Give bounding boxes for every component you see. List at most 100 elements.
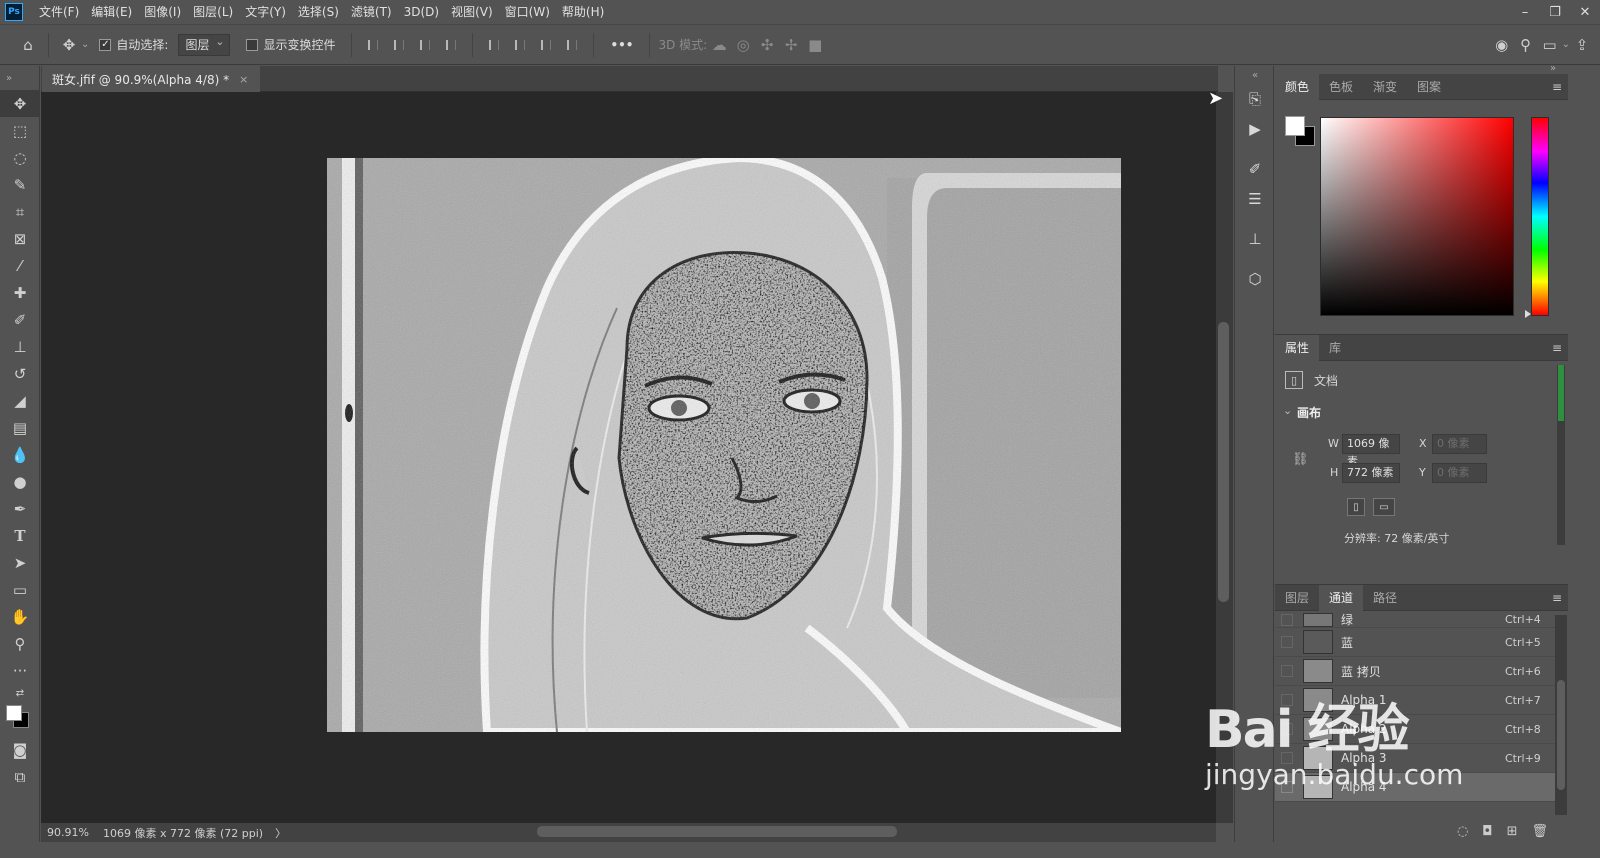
save-selection-icon[interactable]: ◘ <box>1482 824 1492 839</box>
share-icon[interactable]: ⇪ <box>1570 33 1594 57</box>
delete-channel-icon[interactable]: 🗑 <box>1531 824 1548 839</box>
close-button[interactable]: ✕ <box>1570 0 1600 24</box>
menu-window[interactable]: 窗口(W) <box>499 0 556 24</box>
link-icon[interactable]: ⛓ <box>1292 452 1309 467</box>
dodge-tool-icon[interactable]: ● <box>0 468 40 495</box>
healing-brush-tool-icon[interactable]: ✚ <box>0 279 40 306</box>
align-right-icon[interactable] <box>415 35 435 55</box>
collapse-icon[interactable]: « <box>1235 66 1275 84</box>
align-vcenter-icon[interactable] <box>510 35 530 55</box>
3d-roll-icon[interactable]: ◎ <box>731 33 755 57</box>
brush-settings-icon[interactable]: ✐ <box>1235 154 1275 184</box>
chevron-down-icon[interactable]: ⌄ <box>1283 404 1292 417</box>
more-options-button[interactable]: ••• <box>610 38 633 52</box>
align-hcenter-icon[interactable] <box>389 35 409 55</box>
rectangle-tool-icon[interactable]: ▭ <box>0 576 40 603</box>
restore-button[interactable]: ❐ <box>1540 0 1570 24</box>
channel-row[interactable]: 蓝 Ctrl+5 <box>1275 628 1555 657</box>
horizontal-scroll-thumb[interactable] <box>537 826 897 837</box>
tab-layers[interactable]: 图层 <box>1275 585 1319 611</box>
zoom-level[interactable]: 90.91% <box>41 826 97 839</box>
tab-libraries[interactable]: 库 <box>1319 335 1351 361</box>
document-canvas[interactable] <box>327 158 1121 732</box>
frame-tool-icon[interactable]: ⊠ <box>0 225 40 252</box>
menu-layer[interactable]: 图层(L) <box>187 0 239 24</box>
collapse-icon[interactable]: » <box>1550 63 1556 74</box>
channel-row[interactable]: 蓝 拷贝 Ctrl+6 <box>1275 657 1555 686</box>
minimize-button[interactable]: – <box>1510 0 1540 24</box>
landscape-icon[interactable]: ▭ <box>1373 498 1395 516</box>
zoom-tool-icon[interactable]: ⚲ <box>0 630 40 657</box>
distribute-v-icon[interactable] <box>562 35 582 55</box>
home-icon[interactable]: ⌂ <box>16 33 40 57</box>
tab-color[interactable]: 颜色 <box>1275 73 1320 100</box>
canvas-y-field[interactable]: 0 像素 <box>1432 463 1487 483</box>
menu-type[interactable]: 文字(Y) <box>239 0 292 24</box>
menu-select[interactable]: 选择(S) <box>292 0 345 24</box>
menu-help[interactable]: 帮助(H) <box>556 0 610 24</box>
properties-scroll-thumb[interactable] <box>1558 365 1564 421</box>
pen-tool-icon[interactable]: ✒ <box>0 495 40 522</box>
tab-properties[interactable]: 属性 <box>1275 334 1320 361</box>
collapse-icon[interactable]: » <box>0 66 40 90</box>
canvas-x-field[interactable]: 0 像素 <box>1432 434 1487 454</box>
align-bottom-icon[interactable] <box>536 35 556 55</box>
menu-filter[interactable]: 滤镜(T) <box>345 0 398 24</box>
distribute-h-icon[interactable] <box>441 35 461 55</box>
menu-edit[interactable]: 编辑(E) <box>85 0 138 24</box>
adjustments-panel-icon[interactable]: ☰ <box>1235 184 1275 214</box>
auto-select-target-dropdown[interactable]: 图层 <box>178 32 231 56</box>
chevron-down-icon[interactable]: ⌄ <box>81 39 89 50</box>
status-menu-arrow[interactable]: 〉 <box>263 825 286 841</box>
clone-source-icon[interactable]: ⊥ <box>1235 224 1275 254</box>
quick-select-tool-icon[interactable]: ✎ <box>0 171 40 198</box>
3d-orbit-icon[interactable]: ☁ <box>707 33 731 57</box>
brush-tool-icon[interactable]: ✐ <box>0 306 40 333</box>
tab-paths[interactable]: 路径 <box>1363 585 1407 611</box>
quick-mask-icon[interactable]: ◙ <box>0 736 40 763</box>
history-brush-tool-icon[interactable]: ↺ <box>0 360 40 387</box>
menu-3d[interactable]: 3D(D) <box>398 0 445 24</box>
gradient-tool-icon[interactable]: ▤ <box>0 414 40 441</box>
tab-gradients[interactable]: 渐变 <box>1363 74 1407 100</box>
move-tool-icon[interactable]: ✥ <box>0 90 40 117</box>
hand-tool-icon[interactable]: ✋ <box>0 603 40 630</box>
3d-panel-icon[interactable]: ⬡ <box>1235 264 1275 294</box>
visibility-toggle[interactable] <box>1281 636 1293 648</box>
crop-tool-icon[interactable]: ⌗ <box>0 198 40 225</box>
marquee-tool-icon[interactable]: ⬚ <box>0 117 40 144</box>
tab-swatches[interactable]: 色板 <box>1319 74 1363 100</box>
eyedropper-tool-icon[interactable]: ⁄ <box>0 252 40 279</box>
eraser-tool-icon[interactable]: ◢ <box>0 387 40 414</box>
hue-slider[interactable] <box>1531 117 1549 316</box>
move-tool-icon[interactable]: ✥ <box>57 33 81 57</box>
auto-select-checkbox[interactable]: ✓ <box>99 38 112 51</box>
3d-pan-icon[interactable]: ✣ <box>755 33 779 57</box>
stamp-tool-icon[interactable]: ⊥ <box>0 333 40 360</box>
fg-bg-color-swatches[interactable] <box>0 702 40 736</box>
channel-row[interactable]: 绿 Ctrl+4 <box>1275 612 1555 628</box>
actions-panel-icon[interactable]: ▶ <box>1235 114 1275 144</box>
vertical-scroll-thumb[interactable] <box>1218 322 1229 602</box>
more-tools-icon[interactable]: ··· <box>0 657 40 684</box>
menu-file[interactable]: 文件(F) <box>33 0 85 24</box>
align-top-icon[interactable] <box>484 35 504 55</box>
tab-channels[interactable]: 通道 <box>1319 584 1364 611</box>
lasso-tool-icon[interactable]: ◌ <box>0 144 40 171</box>
new-channel-icon[interactable]: ⊞ <box>1507 824 1518 839</box>
align-left-icon[interactable] <box>363 35 383 55</box>
show-transform-checkbox[interactable] <box>246 38 259 51</box>
type-tool-icon[interactable]: T <box>0 522 40 549</box>
screen-mode-icon[interactable]: ⧉ <box>0 763 40 790</box>
path-select-tool-icon[interactable]: ➤ <box>0 549 40 576</box>
panel-menu-icon[interactable]: ≡ <box>1552 341 1562 355</box>
load-selection-icon[interactable]: ◌ <box>1457 824 1468 839</box>
visibility-toggle[interactable] <box>1281 613 1293 626</box>
channels-scroll-thumb[interactable] <box>1557 680 1565 790</box>
visibility-toggle[interactable] <box>1281 665 1293 677</box>
3d-slide-icon[interactable]: ✢ <box>779 33 803 57</box>
user-icon[interactable]: ◉ <box>1490 33 1514 57</box>
tab-patterns[interactable]: 图案 <box>1407 74 1451 100</box>
history-panel-icon[interactable]: ⎘ <box>1235 84 1275 114</box>
chevron-down-icon[interactable]: ⌄ <box>1562 39 1570 50</box>
